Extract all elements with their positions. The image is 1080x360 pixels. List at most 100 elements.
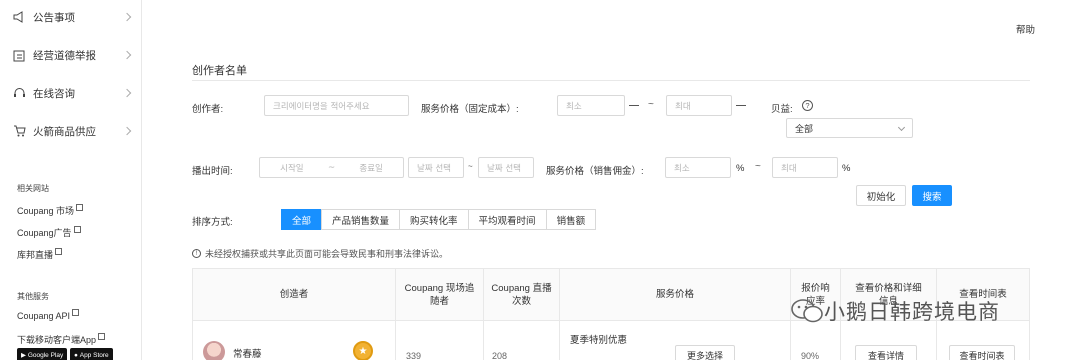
sidebar-item-label: 在线咨询 [33, 87, 75, 100]
range-tilde: ~ [327, 162, 336, 173]
sort-option-sales-qty[interactable]: 产品销售数量 [321, 209, 401, 230]
link-label: 下载移动客户端App [17, 335, 97, 345]
commission-max-input[interactable]: 최대 [772, 157, 838, 178]
sidebar-item-ethics-report[interactable]: 经营道德举报 [0, 45, 142, 65]
sort-segmented-control: 全部 产品销售数量 购买转化率 平均观看时间 销售额 [281, 209, 597, 230]
help-question-icon[interactable]: ? [802, 100, 813, 111]
sidebar-item-online-consult[interactable]: 在线咨询 [0, 83, 142, 103]
link-coupang-live[interactable]: 库邦直播 [17, 248, 63, 261]
column-header-followers: Coupang 现场追随者 [396, 269, 484, 321]
percent-sign: % [842, 163, 851, 174]
percent-sign: % [736, 163, 745, 174]
related-sites-title: 相关网站 [17, 184, 49, 193]
divider [192, 80, 1030, 81]
link-download-app[interactable]: 下载移动客户端App [17, 333, 106, 346]
select-value: 全部 [795, 123, 814, 134]
dash [629, 105, 639, 106]
creator-search-input[interactable]: 크리에이터명을 적어주세요 [264, 95, 409, 116]
view-details-button[interactable]: 查看详情 [855, 345, 917, 360]
chevron-right-icon [122, 126, 132, 136]
sidebar-item-rocket-supply[interactable]: 火箭商品供应 [0, 121, 142, 141]
external-link-icon [55, 248, 63, 255]
sort-option-conversion[interactable]: 购买转化率 [399, 209, 469, 230]
input-placeholder: 날짜 선택 [487, 163, 521, 174]
fixed-price-min-input[interactable]: 최소 [557, 95, 625, 116]
range-tilde: ~ [648, 99, 654, 110]
watermark-text: 小鹅日韩跨境电商 [824, 300, 1000, 324]
badge-label: App Store [79, 351, 109, 359]
legal-notice: ! 未经授权捕获或共享此页面可能会导致民事和刑事法律诉讼。 [192, 247, 448, 260]
sidebar: 公告事项 经营道德举报 在线咨询 火箭商品供应 相关网站 Coupang 市场 … [0, 0, 142, 360]
fixed-price-max-input[interactable]: 최대 [666, 95, 732, 116]
search-button[interactable]: 搜索 [912, 185, 952, 206]
input-placeholder: 최소 [566, 101, 582, 112]
notice-text: 未经授权捕获或共享此页面可能会导致民事和刑事法律诉讼。 [205, 249, 449, 259]
medal-badge-icon: ★ [353, 341, 373, 360]
date-range-picker[interactable]: 시작일 ~ 종료일 [259, 157, 404, 178]
input-placeholder: 최대 [781, 163, 797, 174]
broadcasts-value: 208 [492, 351, 508, 360]
help-link[interactable]: 帮助 [1016, 22, 1035, 36]
followers-value: 339 [406, 351, 422, 360]
input-placeholder: 최대 [675, 101, 691, 112]
external-link-icon [73, 226, 81, 233]
reset-button[interactable]: 初始化 [856, 185, 906, 206]
column-header-broadcasts: Coupang 直播次数 [484, 269, 560, 321]
badge-select[interactable]: 全部 [786, 118, 913, 138]
google-play-badge[interactable]: ▶ Google Play [17, 348, 68, 360]
sidebar-item-announcements[interactable]: 公告事项 [0, 7, 142, 27]
start-date: 시작일 [280, 163, 304, 174]
link-label: Coupang 市场 [17, 206, 75, 216]
end-date: 종료일 [359, 163, 383, 174]
link-coupang-api[interactable]: Coupang API [17, 309, 80, 321]
sort-option-all[interactable]: 全部 [281, 209, 323, 230]
sort-option-sales-amount[interactable]: 销售额 [545, 209, 597, 230]
badge-label: 贝益: [771, 104, 793, 115]
fixed-price-label: 服务价格（固定成本）: [421, 104, 519, 115]
link-coupang-ads[interactable]: Coupang广告 [17, 226, 81, 239]
broadcast-time-label: 播出时间: [192, 166, 233, 177]
date-select-1[interactable]: 날짜 선택 [408, 157, 464, 178]
range-tilde: ~ [468, 162, 473, 171]
link-coupang-market[interactable]: Coupang 市场 [17, 204, 84, 217]
page-title: 创作者名单 [192, 65, 247, 77]
creator-cell: 常春藤 ★ [193, 321, 396, 360]
commission-min-input[interactable]: 최소 [665, 157, 731, 178]
avatar [203, 341, 225, 360]
input-placeholder: 최소 [674, 163, 690, 174]
response-cell: 90% [791, 321, 841, 360]
sort-option-watch-time[interactable]: 平均观看时间 [467, 209, 547, 230]
sidebar-item-label: 火箭商品供应 [33, 125, 96, 138]
badge-label: Google Play [27, 351, 64, 359]
price-note: 夏季特别优惠 [570, 335, 628, 346]
input-placeholder: 크리에이터명을 적어주세요 [273, 101, 370, 112]
sidebar-item-label: 经营道德举报 [33, 49, 96, 62]
creator-name[interactable]: 常春藤 [233, 346, 262, 360]
link-label: 库邦直播 [17, 250, 54, 260]
info-icon: ! [192, 249, 201, 258]
megaphone-icon [12, 10, 26, 24]
link-label: Coupang广告 [17, 228, 72, 238]
date-select-2[interactable]: 날짜 선택 [478, 157, 534, 178]
chevron-right-icon [122, 88, 132, 98]
external-link-icon [76, 204, 84, 211]
response-rate-value: 90% [801, 351, 820, 360]
column-header-creator: 创造者 [193, 269, 396, 321]
clipboard-icon [12, 48, 26, 62]
more-options-button[interactable]: 更多选择 [675, 345, 735, 360]
play-icon: ▶ [21, 352, 28, 359]
range-tilde: ~ [755, 161, 761, 172]
link-label: Coupang API [17, 311, 71, 321]
chevron-right-icon [122, 50, 132, 60]
broadcasts-cell: 208 [484, 321, 560, 360]
chevron-down-icon [897, 123, 906, 132]
sidebar-item-label: 公告事项 [33, 11, 75, 24]
headset-icon [12, 86, 26, 100]
view-schedule-button[interactable]: 查看时间表 [949, 345, 1015, 360]
details-cell: 查看详情 [841, 321, 937, 360]
watermark: 小鹅日韩跨境电商 [790, 296, 1000, 326]
sort-label: 排序方式: [192, 217, 233, 228]
app-store-badge[interactable]: ● App Store [70, 348, 113, 360]
dash [736, 105, 746, 106]
followers-cell: 339 [396, 321, 484, 360]
